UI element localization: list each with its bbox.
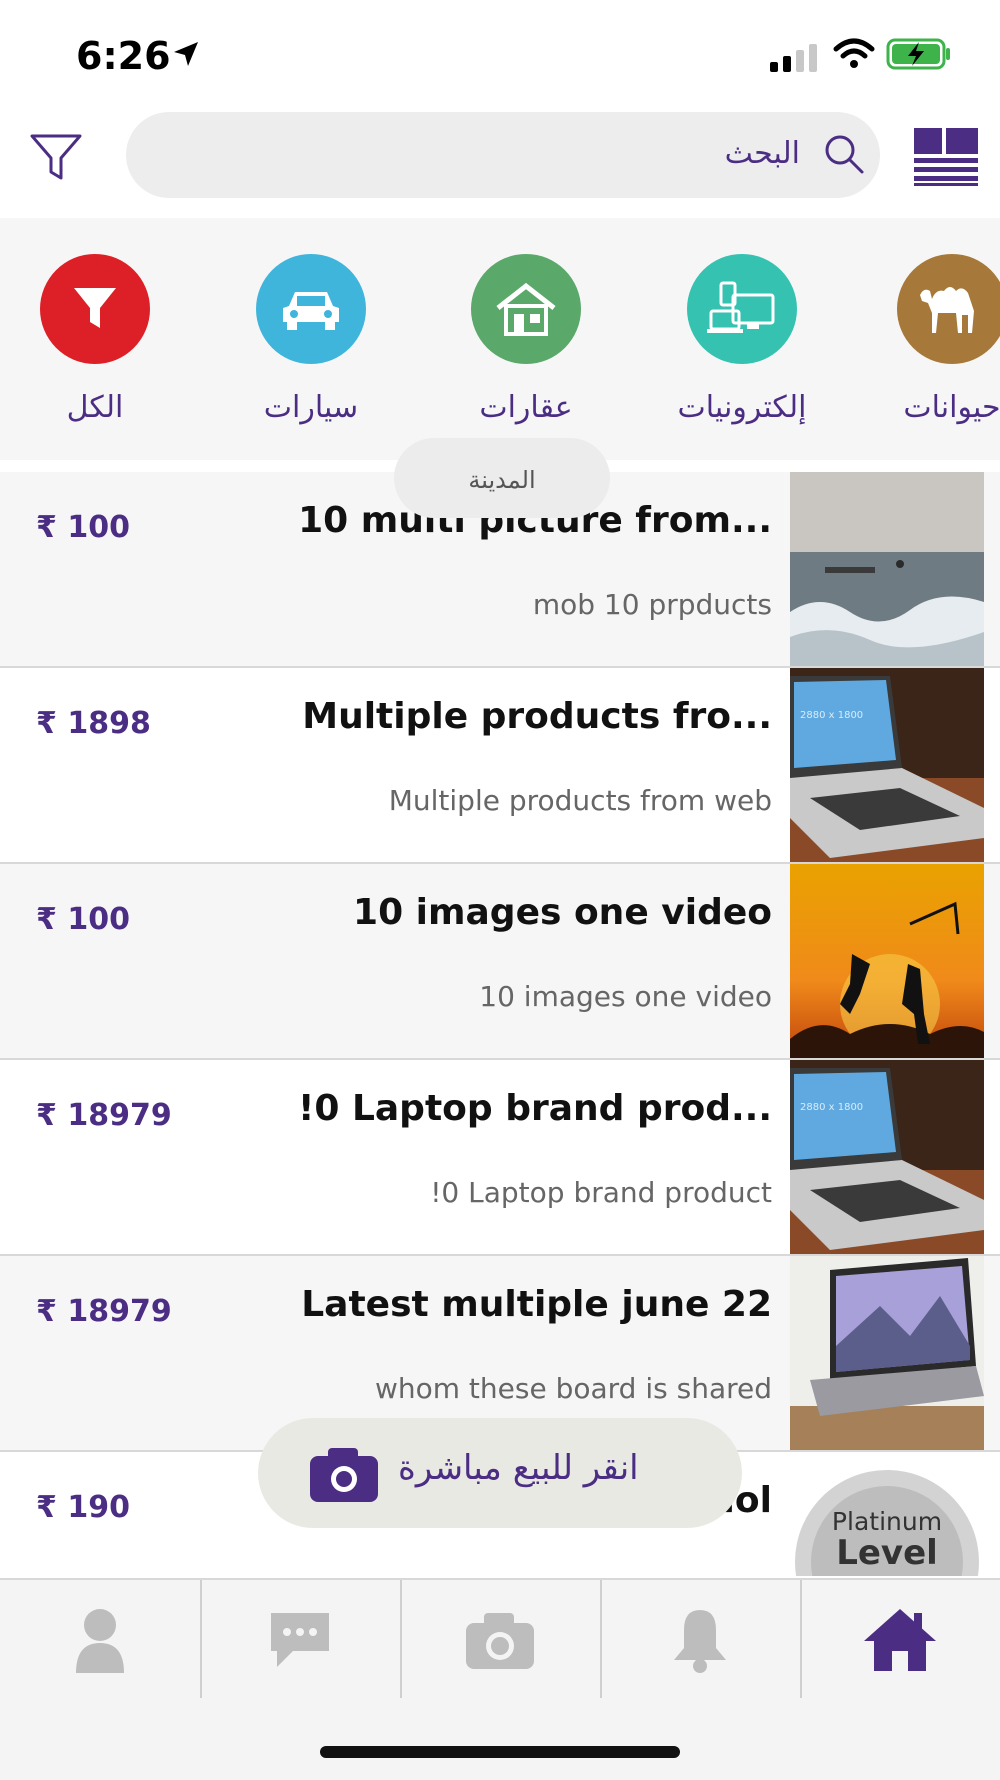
city-filter-pill[interactable]: المدينة — [394, 438, 610, 518]
grid-menu-icon[interactable] — [914, 128, 978, 186]
listing-price: ₹ 18979 — [36, 1098, 172, 1133]
listing-thumbnail — [790, 864, 984, 1058]
category-label: إلكترونيات — [677, 390, 807, 425]
funnel-icon — [40, 254, 150, 364]
status-time: 6:26 — [76, 34, 171, 78]
top-bar: البحث — [0, 100, 1000, 218]
category-all[interactable]: الكل — [5, 254, 185, 425]
platinum-badge: Platinum Level — [790, 1452, 984, 1576]
status-bar: 6:26 — [0, 0, 1000, 100]
bell-icon — [674, 1610, 726, 1673]
home-indicator — [320, 1746, 680, 1758]
category-cars[interactable]: سيارات — [221, 254, 401, 425]
listing-price: ₹ 100 — [36, 510, 130, 545]
listing-thumbnail — [790, 472, 984, 666]
svg-text:Level: Level — [836, 1533, 938, 1573]
camera-icon — [310, 1448, 378, 1502]
tab-home[interactable] — [800, 1580, 1000, 1700]
tab-camera[interactable] — [400, 1580, 600, 1700]
location-arrow-icon — [174, 42, 198, 66]
search-placeholder: البحث — [724, 136, 800, 171]
listing-title: Multiple products fro... — [302, 696, 772, 737]
category-label: الكل — [66, 390, 124, 425]
listing-row[interactable]: ₹ 18979 !0 Laptop brand prod... !0 Lapto… — [0, 1060, 1000, 1256]
user-icon — [76, 1609, 124, 1673]
tab-notifications[interactable] — [600, 1580, 800, 1700]
svg-text:2880 x 1800: 2880 x 1800 — [800, 710, 863, 721]
svg-text:2880 x 1800: 2880 x 1800 — [800, 1102, 863, 1113]
chat-bubble-icon — [271, 1613, 329, 1667]
listing-subtitle: 10 images one video — [479, 980, 772, 1013]
listing-list: ₹ 100 10 multi picture from... mob 10 pr… — [0, 472, 1000, 1576]
category-label: حيوانات — [903, 390, 1000, 425]
sell-now-label: انقر للبيع مباشرة — [398, 1448, 639, 1488]
camera-icon — [466, 1613, 534, 1669]
listing-row[interactable]: ₹ 1898 Multiple products fro... Multiple… — [0, 668, 1000, 864]
wifi-icon — [833, 38, 875, 68]
tab-chat[interactable] — [200, 1580, 400, 1700]
category-label: سيارات — [263, 390, 359, 425]
sell-now-button[interactable]: انقر للبيع مباشرة — [258, 1418, 742, 1528]
category-strip: الكل سيارات عقارات إلكترونيات حيوانات — [0, 218, 1000, 460]
svg-text:Platinum: Platinum — [832, 1507, 942, 1536]
listing-thumbnail — [790, 1256, 984, 1450]
listing-price: ₹ 18979 — [36, 1294, 172, 1329]
car-icon — [256, 254, 366, 364]
listing-thumbnail: 2880 x 1800 — [790, 668, 984, 862]
bottom-tab-bar — [0, 1578, 1000, 1780]
tab-profile[interactable] — [0, 1580, 200, 1700]
listing-subtitle: mob 10 prpducts — [532, 588, 772, 621]
search-icon — [825, 135, 864, 174]
listing-title: !0 Laptop brand prod... — [297, 1088, 772, 1129]
listing-subtitle: whom these board is shared — [374, 1372, 772, 1405]
listing-row[interactable]: ₹ 100 10 images one video 10 images one … — [0, 864, 1000, 1060]
search-bar[interactable]: البحث — [126, 112, 880, 198]
listing-title: Latest multiple june 22 — [301, 1284, 772, 1325]
listing-title: 10 images one video — [353, 892, 772, 933]
camel-icon — [897, 254, 1000, 364]
listing-subtitle: !0 Laptop brand product — [430, 1176, 772, 1209]
listing-subtitle: Multiple products from web — [388, 784, 772, 817]
category-label: عقارات — [479, 390, 573, 425]
battery-charging-icon — [886, 38, 950, 70]
cellular-signal-icon — [770, 44, 817, 72]
listing-price: ₹ 100 — [36, 902, 130, 937]
category-electronics[interactable]: إلكترونيات — [652, 254, 832, 425]
filter-icon[interactable] — [28, 128, 84, 184]
category-real-estate[interactable]: عقارات — [436, 254, 616, 425]
listing-price: ₹ 190 — [36, 1490, 130, 1525]
home-icon — [864, 1609, 936, 1671]
listing-price: ₹ 1898 — [36, 706, 151, 741]
devices-icon — [687, 254, 797, 364]
category-animals[interactable]: حيوانات — [862, 254, 1000, 425]
listing-thumbnail: 2880 x 1800 — [790, 1060, 984, 1254]
house-icon — [471, 254, 581, 364]
